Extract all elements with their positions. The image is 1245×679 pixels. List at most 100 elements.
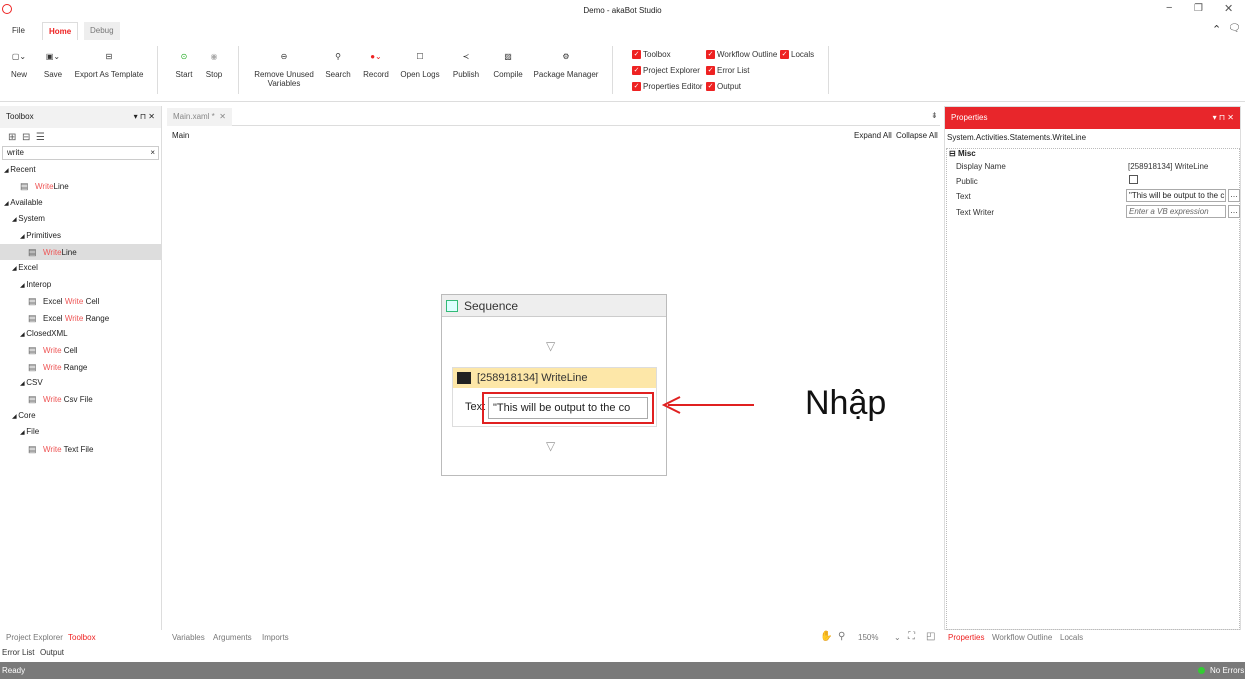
export-template-button[interactable]: ⊟ Export As Template [72,48,146,80]
properties-panel: Properties ▾ ⊓ ✕ System.Activities.State… [944,106,1241,630]
locals-checkbox[interactable]: ✓ Locals [780,50,814,59]
ribbon: ▢⌄ New ▣⌄ Save ⊟ Export As Template ⊙ Start … [0,40,1245,102]
text-input[interactable]: "This will be output to the co [488,397,648,419]
restore-icon[interactable]: ❐ [1194,3,1203,14]
tab-error-list[interactable]: Error List [2,648,34,657]
prop-text-writer-value[interactable]: Enter a VB expression [1126,205,1226,218]
tab-home[interactable]: Home [42,22,79,40]
search-button[interactable]: ⚲ Search [324,48,352,80]
tree-item[interactable]: ▤ WriteLine [0,178,161,194]
new-icon: ▢⌄ [11,51,27,61]
tab-workflow-outline[interactable]: Workflow Outline [992,633,1052,642]
collapse-icon[interactable]: ⊟ [22,132,30,143]
open-logs-button[interactable]: ☐ Open Logs [398,48,442,80]
error-status[interactable]: No Errors [1210,662,1244,679]
tree-group[interactable]: ◢ CSV [0,375,161,391]
collapse-all-link[interactable]: Collapse All [896,131,938,140]
error-list-checkbox[interactable]: ✓ Error List [706,66,749,75]
tab-arguments[interactable]: Arguments [213,633,252,642]
tree-item[interactable]: ▤ Excel Write Range [0,310,161,326]
tree-group[interactable]: ◢ Core [0,408,161,424]
record-button[interactable]: ●⌄ Record [360,48,392,80]
stop-button[interactable]: ◉ Stop [202,48,226,80]
prop-display-name-value[interactable]: [258918134] WriteLine [1128,162,1208,171]
tree-group[interactable]: ◢ System [0,211,161,227]
clear-search-icon[interactable]: × [150,147,155,159]
tab-main-xaml[interactable]: Main.xaml * ✕ [167,108,232,126]
tree-item[interactable]: ▤ Write Cell [0,342,161,358]
search-icon: ⚲ [335,51,341,61]
prop-public-checkbox[interactable] [1129,175,1138,184]
tree-item[interactable]: ▤ Excel Write Cell [0,293,161,309]
properties-editor-checkbox[interactable]: ✓ Properties Editor [632,82,703,91]
compile-button[interactable]: ▨ Compile [488,48,528,80]
tree-group[interactable]: ◢ ClosedXML [0,326,161,342]
annotation-label: Nhập [805,384,887,422]
publish-button[interactable]: ≺ Publish [450,48,482,80]
new-button[interactable]: ▢⌄ New [8,48,30,80]
remove-unused-variables-button[interactable]: ⊖ Remove Unused Variables [250,48,318,89]
tree-item[interactable]: ▤ Write Text File [0,441,161,457]
prop-text-value[interactable]: "This will be output to the c [1126,189,1226,202]
zoom-level[interactable]: 150% [858,633,878,642]
pan-icon[interactable]: ✋ [820,631,832,642]
expand-icon[interactable]: ⊞ [8,132,16,143]
tab-properties[interactable]: Properties [948,633,984,642]
expand-all-link[interactable]: Expand All [854,131,892,140]
sequence-activity[interactable]: Sequence ▽ [258918134] WriteLine Text ▽ [441,294,667,476]
prop-text-writer-ellipsis-button[interactable]: … [1228,205,1240,218]
zoom-icon[interactable]: ⚲ [838,631,845,642]
tree-group[interactable]: ◢ Primitives [0,228,161,244]
properties-pin-icon[interactable]: ▾ ⊓ ✕ [1213,107,1234,129]
status-ok-icon [1198,667,1205,674]
toolbox-title: Toolbox [6,112,34,121]
window-title: Demo - akaBot Studio [583,6,662,15]
package-icon: ⚙ [562,51,570,61]
feedback-icon[interactable]: 🗨 [1228,23,1241,34]
tab-output[interactable]: Output [40,648,64,657]
project-explorer-checkbox[interactable]: ✓ Project Explorer [632,66,700,75]
tab-file[interactable]: File [6,22,31,40]
minimize-icon[interactable]: − [1166,2,1172,14]
workflow-outline-checkbox[interactable]: ✓ Workflow Outline [706,50,777,59]
prop-text: Text [956,192,971,201]
collapse-ribbon-icon[interactable]: ⌃ [1212,23,1221,36]
play-icon: ⊙ [180,51,188,61]
output-checkbox[interactable]: ✓ Output [706,82,741,91]
remove-icon: ⊖ [280,51,288,61]
toolbox-search-input[interactable]: write × [2,146,159,160]
toolbox-pin-icon[interactable]: ▾ ⊓ ✕ [134,106,155,128]
tab-variables[interactable]: Variables [172,633,205,642]
tab-locals[interactable]: Locals [1060,633,1083,642]
tab-toolbox[interactable]: Toolbox [68,633,96,642]
start-button[interactable]: ⊙ Start [172,48,196,80]
drop-arrow-icon: ▽ [546,339,556,353]
tree-item[interactable]: ▤ WriteLine [0,243,161,261]
activity-icon: ▤ [28,361,40,372]
tree-item[interactable]: ▤ Write Range [0,359,161,375]
prop-text-ellipsis-button[interactable]: … [1228,189,1240,202]
tab-imports[interactable]: Imports [262,633,289,642]
breadcrumb: Main [172,131,190,140]
writeline-title: [258918134] WriteLine [477,372,588,384]
tree-group[interactable]: ◢ File [0,424,161,440]
tree-group[interactable]: ◢ Recent [0,162,161,178]
tab-menu-icon[interactable]: ⇟ [931,111,938,120]
close-icon[interactable]: ✕ [1224,2,1233,15]
overview-icon[interactable]: ◰ [926,631,935,642]
zoom-dropdown-icon[interactable]: ⌄ [894,633,901,642]
close-tab-icon[interactable]: ✕ [219,112,226,121]
tab-project-explorer[interactable]: Project Explorer [6,633,63,642]
tree-item[interactable]: ▤ Write Csv File [0,391,161,407]
save-button[interactable]: ▣⌄ Save [40,48,66,80]
tree-group[interactable]: ◢ Interop [0,277,161,293]
compile-icon: ▨ [504,51,512,61]
tree-group[interactable]: ◢ Excel [0,260,161,276]
toolbox-checkbox[interactable]: ✓ Toolbox [632,50,671,59]
list-icon[interactable]: ☰ [36,132,45,143]
package-manager-button[interactable]: ⚙ Package Manager [532,48,600,80]
fit-screen-icon[interactable]: ⛶ [908,631,915,642]
tab-debug[interactable]: Debug [84,22,120,40]
tree-group[interactable]: ◢ Available [0,195,161,211]
category-misc[interactable]: ⊟ Misc [947,149,1239,158]
